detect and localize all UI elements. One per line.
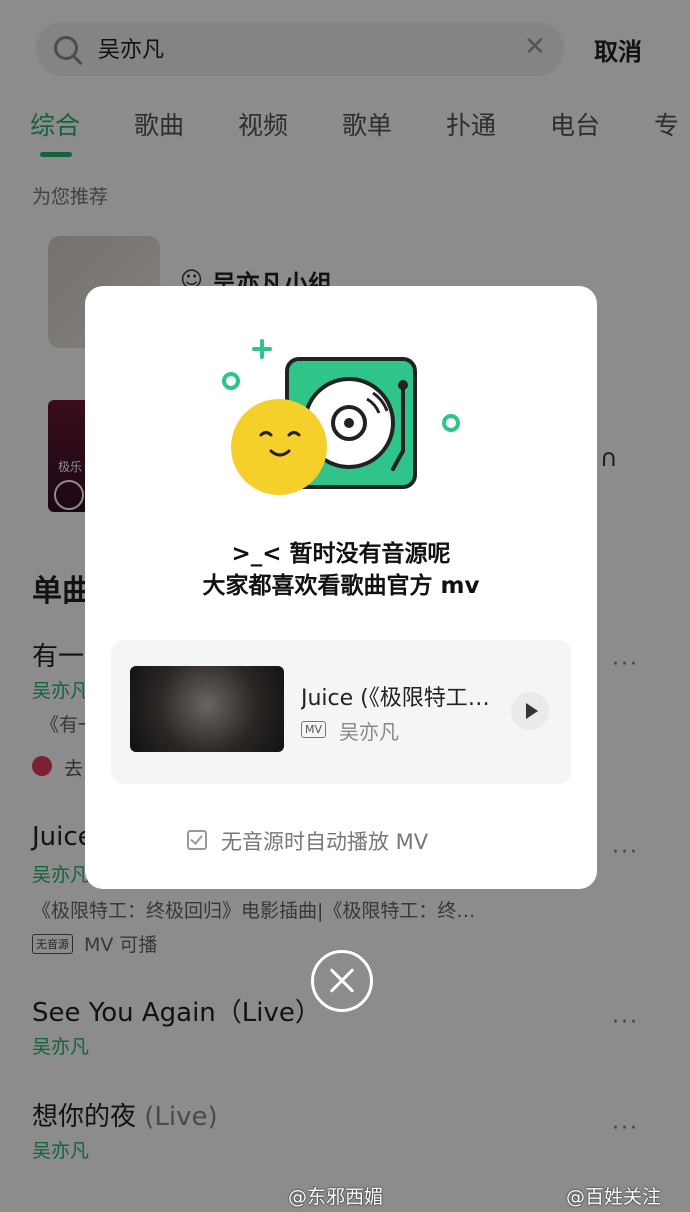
mv-thumbnail	[130, 666, 284, 752]
watermark-left: @东邪西媚	[288, 1186, 384, 1208]
turntable-illustration	[222, 339, 460, 495]
mv-badge: MV	[301, 721, 327, 738]
close-icon[interactable]	[311, 950, 373, 1012]
dialog-message-line1: >_< 暂时没有音源呢	[231, 541, 451, 567]
mv-title: Juice (《极限特工：终极回归》电影插曲)	[301, 686, 511, 711]
sparkle-icon	[252, 339, 272, 359]
smiley-icon	[231, 399, 327, 495]
ring-icon	[442, 414, 460, 432]
mv-artist: 吴亦凡	[339, 720, 399, 744]
ring-icon	[222, 372, 240, 390]
checkbox-icon[interactable]	[187, 830, 207, 850]
autoplay-mv-label[interactable]: 无音源时自动播放 MV	[221, 826, 428, 856]
play-icon[interactable]	[511, 692, 549, 730]
dialog-message-line2: 大家都喜欢看歌曲官方 mv	[202, 573, 480, 599]
mv-card[interactable]: Juice (《极限特工：终极回归》电影插曲) MV 吴亦凡	[111, 640, 571, 784]
no-source-dialog: >_< 暂时没有音源呢 大家都喜欢看歌曲官方 mv Juice (《极限特工：终…	[85, 286, 597, 889]
watermark-right: @百姓关注	[566, 1186, 662, 1208]
